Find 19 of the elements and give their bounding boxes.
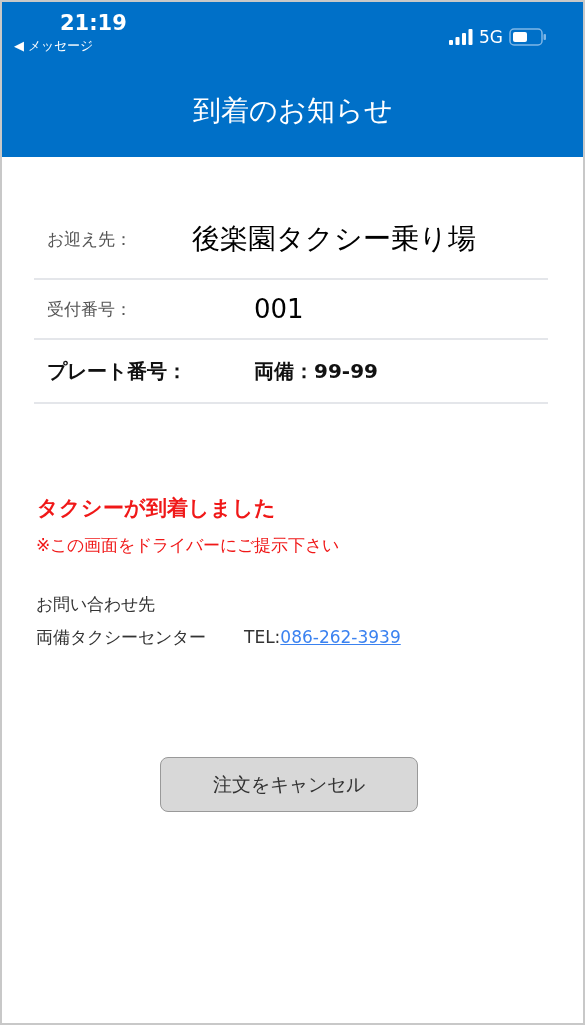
cancel-button[interactable]: 注文をキャンセル <box>160 757 418 812</box>
status-time: 21:19 <box>60 10 127 36</box>
network-label: 5G <box>479 27 503 47</box>
contact-heading: お問い合わせ先 <box>35 593 156 616</box>
field-value: 後楽園タクシー乗り場 <box>192 221 476 257</box>
field-value: 両備：99-99 <box>254 357 378 385</box>
phone-link[interactable]: 086-262-3939 <box>280 627 401 647</box>
field-value: 001 <box>254 294 304 324</box>
signal-icon <box>449 29 473 45</box>
tel-label: TEL: <box>244 627 281 647</box>
field-label: 受付番号： <box>47 297 133 321</box>
page-title: 到着のお知らせ <box>191 93 394 129</box>
arrival-message: タクシーが到着しました <box>36 495 277 522</box>
back-link[interactable]: ◀ メッセージ <box>14 38 127 54</box>
notice-text: ※この画面をドライバーにご提示下さい <box>35 534 341 557</box>
field-label: お迎え先： <box>47 227 133 251</box>
battery-icon <box>509 28 547 46</box>
field-label: プレート番号： <box>47 357 188 385</box>
contact-name: 両備タクシーセンター <box>36 627 206 647</box>
